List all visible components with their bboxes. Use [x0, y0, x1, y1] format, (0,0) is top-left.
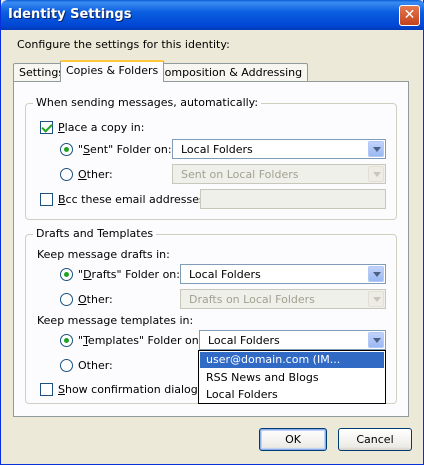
- sent-other-accel: O: [78, 168, 87, 181]
- templates-folder-select[interactable]: Local Folders: [199, 330, 386, 350]
- drafts-other-radio[interactable]: [60, 293, 73, 306]
- sent-folder-accel: S: [83, 143, 91, 156]
- drafts-folder-value: Local Folders: [189, 268, 261, 281]
- dropdown-option-local-folders[interactable]: Local Folders: [200, 387, 384, 403]
- drafts-templates-legend: Drafts and Templates: [33, 227, 157, 240]
- templates-other-radio[interactable]: [60, 359, 73, 372]
- dropdown-option-rss-news[interactable]: RSS News and Blogs: [200, 370, 384, 386]
- bcc-email-field: [200, 189, 386, 209]
- drafts-folder-select[interactable]: Local Folders: [180, 264, 386, 284]
- drafts-heading: Keep message drafts in:: [37, 248, 170, 261]
- templates-folder-rest: emplates" Folder on:: [87, 334, 203, 347]
- templates-folder-label[interactable]: "Templates" Folder on:: [78, 334, 202, 347]
- drafts-folder-rest: rafts" Folder on:: [91, 268, 180, 281]
- sent-folder-radio[interactable]: [60, 143, 73, 156]
- drafts-other-select: Drafts on Local Folders: [180, 289, 386, 309]
- drafts-folder-accel: D: [83, 268, 92, 281]
- drafts-folder-label[interactable]: "Drafts" Folder on:: [78, 268, 180, 281]
- ok-button[interactable]: OK: [259, 428, 327, 451]
- sent-other-select: Sent on Local Folders: [172, 164, 386, 184]
- close-button[interactable]: ✕: [399, 5, 420, 26]
- templates-heading: Keep message templates in:: [37, 314, 194, 327]
- templates-folder-dropdown-list[interactable]: user@domain.com (IM... RSS News and Blog…: [198, 350, 386, 404]
- title-bar[interactable]: Identity Settings ✕: [1, 0, 424, 30]
- sent-other-label[interactable]: Other:: [78, 168, 113, 181]
- confirm-dialog-checkbox[interactable]: [40, 383, 53, 396]
- sent-folder-rest: ent" Folder on:: [90, 143, 172, 156]
- drafts-other-rest: ther:: [86, 293, 113, 306]
- place-copy-rest: lace a copy in:: [64, 121, 145, 134]
- dropdown-option-user-account[interactable]: user@domain.com (IM...: [200, 352, 384, 368]
- drafts-other-accel: O: [78, 293, 87, 306]
- tab-copies-folders-label: Copies & Folders: [66, 64, 159, 77]
- chevron-down-icon[interactable]: [368, 141, 384, 157]
- intro-text: Configure the settings for this identity…: [17, 38, 230, 51]
- bcc-label[interactable]: Bcc these email addresses:: [58, 193, 208, 206]
- tab-composition-addressing-label: Composition & Addressing: [157, 66, 303, 79]
- templates-folder-radio[interactable]: [60, 334, 73, 347]
- sent-folder-select[interactable]: Local Folders: [172, 139, 386, 159]
- sent-folder-label[interactable]: "Sent" Folder on:: [78, 143, 172, 156]
- sent-other-rest: ther:: [86, 168, 113, 181]
- drafts-other-value: Drafts on Local Folders: [189, 293, 315, 306]
- chevron-down-icon: [368, 291, 384, 307]
- bcc-accel: B: [58, 193, 66, 206]
- templates-other-label[interactable]: Other:: [78, 359, 113, 372]
- drafts-other-label[interactable]: Other:: [78, 293, 113, 306]
- confirm-dialog-accel: S: [58, 383, 65, 396]
- place-copy-accel: P: [58, 121, 65, 134]
- sending-legend: When sending messages, automatically:: [33, 96, 262, 109]
- tab-settings-label: Settings: [19, 66, 65, 79]
- sent-other-radio[interactable]: [60, 168, 73, 181]
- bcc-rest: cc these email addresses:: [65, 193, 209, 206]
- sent-other-value: Sent on Local Folders: [181, 168, 299, 181]
- tab-composition-addressing[interactable]: Composition & Addressing: [151, 63, 309, 81]
- place-copy-checkbox[interactable]: [40, 121, 53, 134]
- cancel-button[interactable]: Cancel: [338, 428, 412, 451]
- identity-settings-dialog: Identity Settings ✕ Configure the settin…: [0, 0, 424, 465]
- drafts-folder-radio[interactable]: [60, 268, 73, 281]
- close-icon: ✕: [403, 7, 416, 23]
- chevron-down-icon[interactable]: [368, 266, 384, 282]
- chevron-down-icon: [368, 166, 384, 182]
- templates-folder-value: Local Folders: [208, 334, 280, 347]
- place-copy-label[interactable]: Place a copy in:: [58, 121, 145, 134]
- bcc-checkbox[interactable]: [40, 193, 53, 206]
- sent-folder-value: Local Folders: [181, 143, 253, 156]
- chevron-down-icon[interactable]: [368, 332, 384, 348]
- tab-copies-folders[interactable]: Copies & Folders: [60, 60, 165, 82]
- window-title: Identity Settings: [8, 7, 132, 22]
